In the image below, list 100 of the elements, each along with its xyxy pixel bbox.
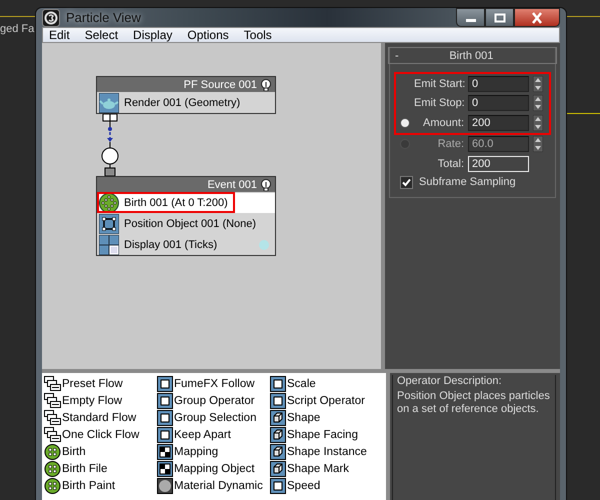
- description-text: Position Object places particles on a set of reference objects.: [397, 390, 551, 416]
- depot-item[interactable]: Mapping: [157, 443, 270, 460]
- depot-item-label: Shape Mark: [287, 462, 350, 474]
- depot-item[interactable]: Birth Paint: [44, 477, 157, 494]
- event-node[interactable]: Event 001 Birth 001 (At 0 T:200) Position Object 001 (None) Display 001 (Ticks): [96, 176, 276, 256]
- sphere-icon: [157, 478, 173, 494]
- menu-item[interactable]: Tools: [244, 28, 272, 42]
- close-button[interactable]: [514, 8, 560, 27]
- depot-item-label: Birth Paint: [62, 480, 116, 492]
- depot-item-label: Birth File: [62, 462, 108, 474]
- depot-item[interactable]: Scale: [270, 375, 383, 392]
- depot-item[interactable]: Script Operator: [270, 392, 383, 409]
- menu-item[interactable]: Display: [133, 28, 172, 42]
- minimize-icon: [466, 19, 476, 22]
- menu-item[interactable]: Select: [84, 28, 118, 42]
- cube-icon: [270, 426, 286, 442]
- depot-item[interactable]: Shape Mark: [270, 460, 383, 477]
- depot-item[interactable]: Shape Facing: [270, 426, 383, 443]
- event-node[interactable]: PF Source 001 Render 001 (Geometry): [96, 76, 276, 114]
- depot-item-label: Shape Facing: [287, 428, 358, 440]
- operator-icon: [157, 410, 173, 426]
- depot-item[interactable]: Birth: [44, 443, 157, 460]
- checkbox-label: Subframe Sampling: [419, 176, 516, 188]
- menu-item[interactable]: Options: [187, 28, 229, 42]
- depot-item[interactable]: FumeFX Follow: [157, 375, 270, 392]
- operator-icon: [270, 392, 286, 408]
- minimize-button[interactable]: [456, 8, 485, 27]
- depot-item[interactable]: Keep Apart: [157, 426, 270, 443]
- depot-item[interactable]: Group Selection: [157, 409, 270, 426]
- operator-icon: [157, 392, 173, 408]
- depot-item-label: Shape Instance: [287, 446, 367, 458]
- depot-item-label: Speed: [287, 480, 320, 492]
- depot-item-label: Preset Flow: [62, 378, 123, 390]
- spinner-icon[interactable]: [533, 136, 543, 152]
- number-field[interactable]: 200: [468, 156, 529, 172]
- rollout-header[interactable]: - Birth 001: [388, 47, 557, 64]
- depot-item[interactable]: Empty Flow: [44, 392, 157, 409]
- spinner-icon[interactable]: [533, 76, 543, 92]
- display-icon: [99, 235, 119, 255]
- depot-item[interactable]: Mapping Object: [157, 460, 270, 477]
- menu-item[interactable]: Edit: [49, 28, 70, 42]
- node-title: Event 001: [207, 178, 257, 190]
- depot-item-label: Group Operator: [174, 394, 255, 406]
- operator-label: Position Object 001 (None): [124, 218, 256, 230]
- field-label: Amount:: [422, 116, 464, 129]
- cube-icon: [270, 444, 286, 460]
- number-field[interactable]: 0: [468, 95, 529, 112]
- operator-label: Render 001 (Geometry): [124, 97, 240, 109]
- depot-item-label: Mapping: [174, 446, 218, 458]
- number-field[interactable]: 0: [468, 76, 529, 92]
- cube-icon: [270, 410, 286, 426]
- close-icon: [530, 12, 544, 24]
- checkbox[interactable]: [400, 176, 413, 188]
- depot-item-label: Group Selection: [174, 412, 256, 424]
- collapse-toggle[interactable]: -: [389, 50, 405, 62]
- operator-label: Birth 001 (At 0 T:200): [124, 197, 228, 209]
- depot-item-label: Shape: [287, 412, 320, 424]
- maximize-icon: [494, 12, 506, 22]
- rollout-title: Birth 001: [448, 50, 494, 62]
- lightbulb-icon[interactable]: [260, 178, 272, 190]
- operator-row[interactable]: Birth 001 (At 0 T:200): [97, 192, 275, 213]
- lightbulb-icon[interactable]: [260, 78, 272, 90]
- depot-item[interactable]: Shape Instance: [270, 443, 383, 460]
- field-label: Emit Stop:: [414, 97, 464, 110]
- depot-item[interactable]: Speed: [270, 477, 383, 494]
- depot-item-label: One Click Flow: [62, 428, 140, 440]
- operator-icon: [270, 478, 286, 494]
- depot-item-label: Birth: [62, 446, 86, 458]
- operator-icon: [270, 376, 286, 392]
- number-field[interactable]: 200: [468, 114, 529, 131]
- depot-item[interactable]: Birth File: [44, 460, 157, 477]
- operator-label: Display 001 (Ticks): [124, 239, 218, 251]
- radio-button[interactable]: [400, 118, 410, 128]
- checker-icon: [157, 460, 173, 476]
- position-icon: [99, 214, 119, 234]
- spinner-icon[interactable]: [533, 114, 543, 131]
- teapot-icon: [99, 93, 119, 113]
- maximize-button[interactable]: [485, 8, 514, 27]
- depot-item[interactable]: Group Operator: [157, 392, 270, 409]
- depot-item-label: Empty Flow: [62, 394, 122, 406]
- depot-item[interactable]: Preset Flow: [44, 375, 157, 392]
- background-label: ged Fa: [0, 23, 34, 35]
- window-title: Particle View: [66, 10, 141, 25]
- depot-item-label: FumeFX Follow: [174, 378, 255, 390]
- depot-item[interactable]: Shape: [270, 409, 383, 426]
- depot-item[interactable]: Standard Flow: [44, 409, 157, 426]
- birth-icon: [99, 193, 119, 213]
- depot-item-label: Script Operator: [287, 394, 365, 406]
- operator-row[interactable]: Render 001 (Geometry): [97, 92, 275, 113]
- operator-row[interactable]: Display 001 (Ticks): [97, 234, 275, 255]
- depot-item[interactable]: Material Dynamic: [157, 477, 270, 494]
- operator-row[interactable]: Position Object 001 (None): [97, 213, 275, 234]
- field-label: Emit Start:: [414, 78, 464, 90]
- operator-icon: [157, 426, 173, 442]
- node-title: PF Source 001: [184, 78, 257, 90]
- depot-item[interactable]: One Click Flow: [44, 426, 157, 443]
- depot-item-label: Scale: [287, 378, 316, 390]
- cube-icon: [270, 460, 286, 476]
- spinner-icon[interactable]: [533, 95, 543, 112]
- checker-icon: [157, 444, 173, 460]
